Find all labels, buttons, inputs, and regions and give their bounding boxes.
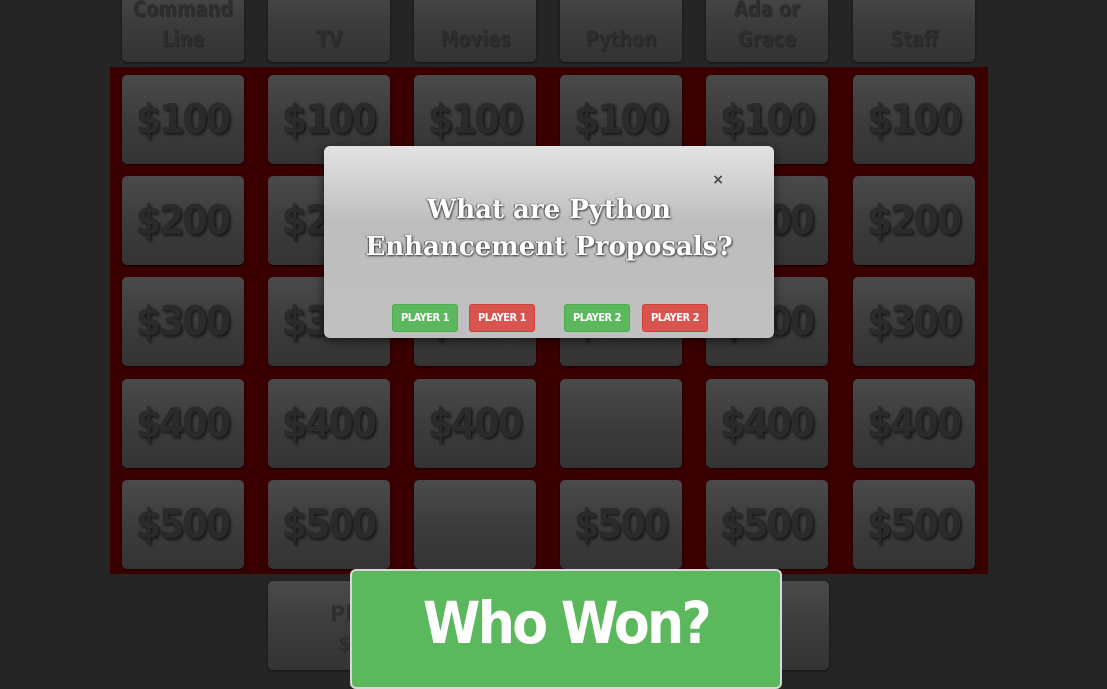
category-label: Python — [585, 27, 657, 51]
clue-tile[interactable] — [414, 480, 536, 569]
clue-tile[interactable]: $500 — [268, 480, 390, 569]
clue-tile[interactable]: $500 — [706, 480, 828, 569]
category-label: Command Line — [132, 0, 234, 51]
clue-tile[interactable]: $400 — [706, 379, 828, 468]
answer-modal: × What are Python Enhancement Proposals?… — [324, 146, 774, 338]
clue-value: $500 — [867, 501, 962, 548]
clue-tile[interactable]: $500 — [560, 480, 682, 569]
clue-value: $500 — [720, 501, 815, 548]
clue-value: $100 — [136, 96, 231, 143]
category-label: Ada or Grace — [734, 0, 800, 51]
clue-value: $400 — [136, 400, 231, 447]
clue-value: $400 — [282, 400, 377, 447]
clue-value: $300 — [867, 298, 962, 345]
category-header: TV — [268, 0, 390, 62]
category-header: Command Line — [122, 0, 244, 62]
clue-tile[interactable]: $100 — [853, 75, 975, 164]
clue-tile[interactable]: $400 — [122, 379, 244, 468]
category-header: Staff — [853, 0, 975, 62]
clue-tile[interactable]: $200 — [122, 176, 244, 265]
clue-tile[interactable]: $300 — [122, 277, 244, 366]
clue-value: $400 — [867, 400, 962, 447]
category-header: Movies — [414, 0, 536, 62]
clue-value: $400 — [720, 400, 815, 447]
clue-tile[interactable]: $300 — [853, 277, 975, 366]
player1-wrong-button[interactable]: PLAYER 1 — [469, 304, 535, 332]
who-won-label: Who Won? — [422, 589, 712, 657]
clue-value: $100 — [867, 96, 962, 143]
clue-value: $500 — [574, 501, 669, 548]
clue-tile[interactable]: $200 — [853, 176, 975, 265]
clue-value: $100 — [574, 96, 669, 143]
clue-tile[interactable] — [560, 379, 682, 468]
close-icon[interactable]: × — [712, 172, 724, 188]
category-label: Movies — [439, 27, 511, 51]
player2-wrong-button[interactable]: PLAYER 2 — [642, 304, 708, 332]
clue-tile[interactable]: $500 — [122, 480, 244, 569]
answer-text: What are Python Enhancement Proposals? — [365, 195, 733, 262]
clue-value: $300 — [136, 298, 231, 345]
player1-correct-button[interactable]: PLAYER 1 — [392, 304, 458, 332]
category-header: Python — [560, 0, 682, 62]
clue-value: $500 — [136, 501, 231, 548]
category-label: TV — [315, 27, 342, 51]
clue-tile[interactable]: $100 — [122, 75, 244, 164]
player2-correct-button[interactable]: PLAYER 2 — [564, 304, 630, 332]
clue-tile[interactable]: $400 — [268, 379, 390, 468]
clue-tile[interactable]: $400 — [414, 379, 536, 468]
clue-value: $200 — [867, 197, 962, 244]
clue-value: $100 — [720, 96, 815, 143]
clue-value: $500 — [282, 501, 377, 548]
clue-value: $100 — [282, 96, 377, 143]
clue-tile[interactable]: $400 — [853, 379, 975, 468]
clue-tile[interactable]: $500 — [853, 480, 975, 569]
who-won-button[interactable]: Who Won? — [350, 569, 782, 689]
clue-value: $100 — [428, 96, 523, 143]
clue-value: $400 — [428, 400, 523, 447]
category-header: Ada or Grace — [706, 0, 828, 62]
category-label: Staff — [890, 27, 938, 51]
clue-value: $200 — [136, 197, 231, 244]
